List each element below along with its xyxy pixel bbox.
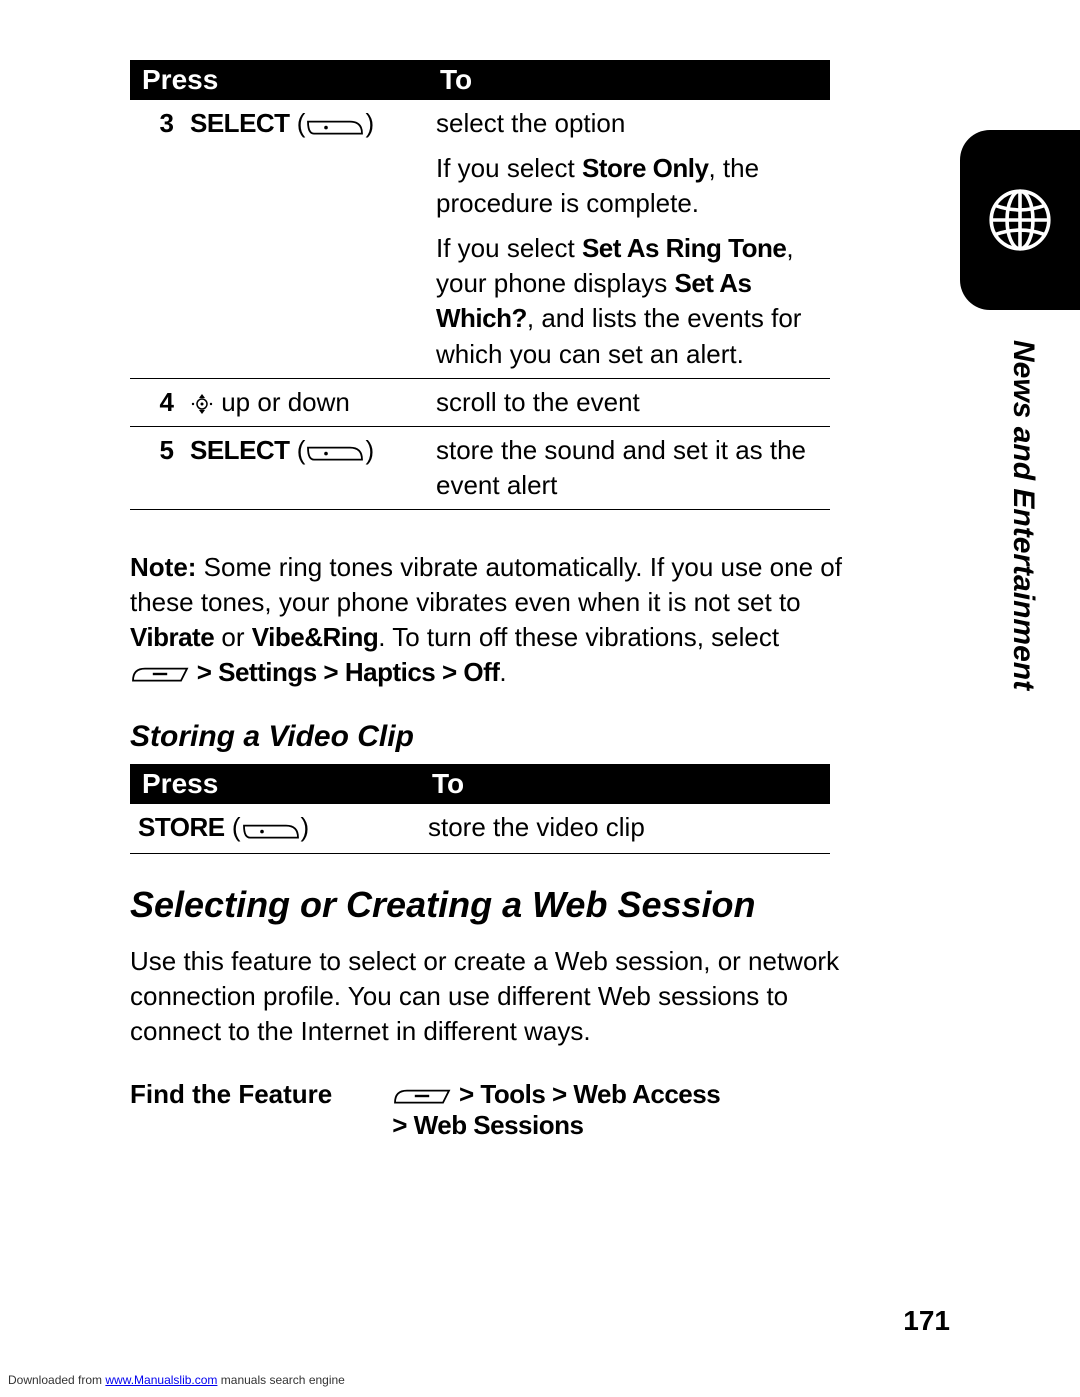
th-press: Press <box>130 60 428 100</box>
menu-key-icon <box>130 657 190 687</box>
th-press: Press <box>130 764 420 804</box>
find-feature-label: Find the Feature <box>130 1079 332 1141</box>
step-num: 3 <box>130 100 182 378</box>
side-chapter-label: News and Entertainment <box>1006 340 1040 690</box>
step-to: select the option If you select Store On… <box>428 100 830 378</box>
right-softkey-icon <box>305 108 365 143</box>
right-softkey-icon <box>241 812 301 847</box>
step-press: up or down <box>182 378 428 426</box>
th-to: To <box>420 764 830 804</box>
step-num: 4 <box>130 378 182 426</box>
note-label: Note: <box>130 552 196 582</box>
step-press: STORE () <box>130 804 420 853</box>
right-softkey-icon <box>305 434 365 469</box>
th-to: To <box>428 60 830 100</box>
step-to: scroll to the event <box>428 378 830 426</box>
section-heading-web-session: Selecting or Creating a Web Session <box>130 884 950 926</box>
steps-table-1: Press To 3 SELECT () select the option I… <box>130 60 830 510</box>
step-press: SELECT () <box>182 426 428 509</box>
step-num: 5 <box>130 426 182 509</box>
step-press: SELECT () <box>182 100 428 378</box>
page-number: 171 <box>903 1305 950 1337</box>
section-paragraph: Use this feature to select or create a W… <box>130 944 845 1049</box>
nav-key-icon <box>190 387 214 417</box>
key-label: STORE <box>138 812 225 842</box>
find-the-feature: Find the Feature > Tools > Web Access > … <box>130 1079 950 1141</box>
note-paragraph: Note: Some ring tones vibrate automatica… <box>130 550 845 690</box>
key-label: SELECT <box>190 435 290 465</box>
steps-table-2: Press To STORE () store the video clip <box>130 764 830 854</box>
step-to: store the sound and set it as the event … <box>428 426 830 509</box>
download-footer: Downloaded from www.Manualslib.com manua… <box>8 1373 345 1387</box>
side-tab-globe <box>960 130 1080 310</box>
step-to: store the video clip <box>420 804 830 853</box>
subheading-storing-video: Storing a Video Clip <box>130 720 950 754</box>
menu-key-icon <box>392 1079 452 1109</box>
find-feature-path: > Tools > Web Access > Web Sessions <box>392 1079 720 1141</box>
key-label: SELECT <box>190 108 290 138</box>
manualslib-link[interactable]: www.Manualslib.com <box>105 1373 217 1387</box>
globe-icon <box>984 184 1056 256</box>
